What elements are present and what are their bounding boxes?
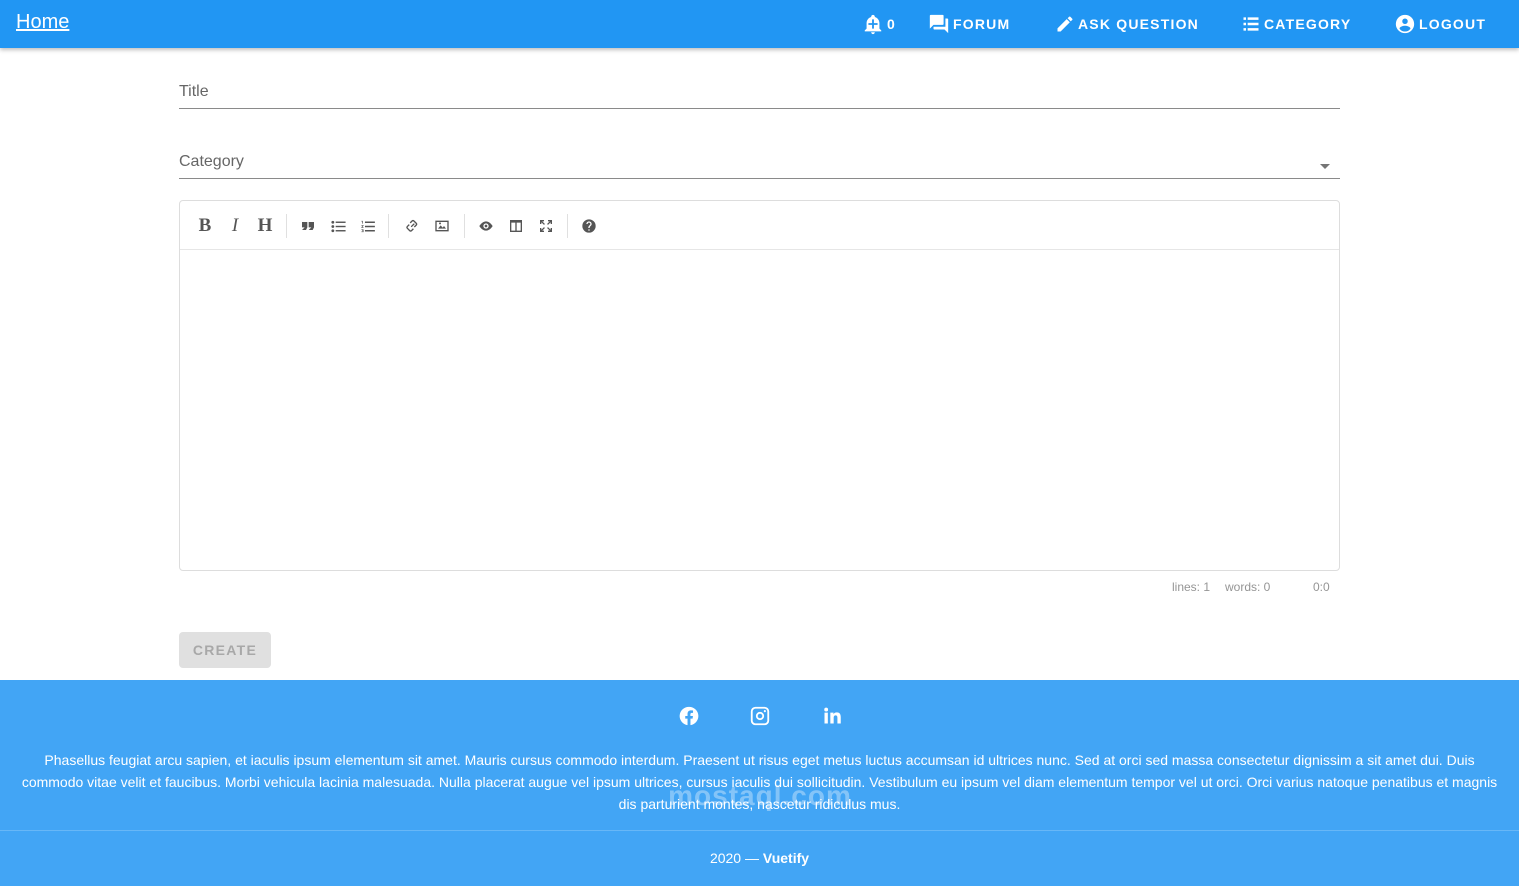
footer-description: Phasellus feugiat arcu sapien, et iaculi…	[21, 752, 1498, 812]
logout-label: LOGOUT	[1419, 16, 1487, 32]
category-select[interactable]: Category	[179, 152, 1340, 179]
editor-toolbar: B I H	[180, 201, 1339, 250]
ask-question-label: ASK QUESTION	[1078, 16, 1199, 32]
toolbar-divider	[567, 214, 568, 238]
editor-lines-count: lines: 1	[1172, 580, 1211, 594]
bell-plus-icon	[864, 14, 882, 35]
app-bar: Home 0 FORUM ASK QUESTION CATEGORY LOGOU…	[0, 0, 1519, 48]
instagram-icon[interactable]	[748, 704, 772, 728]
unordered-list-icon[interactable]	[327, 215, 349, 237]
category-label: Category	[179, 153, 244, 170]
footer-divider	[0, 830, 1519, 831]
heading-icon[interactable]: H	[254, 215, 276, 237]
create-button[interactable]: CREATE	[179, 632, 271, 668]
home-link[interactable]: Home	[16, 11, 69, 34]
side-by-side-icon[interactable]	[505, 215, 527, 237]
markdown-editor: B I H	[179, 200, 1340, 571]
editor-words-count: words: 0	[1225, 580, 1271, 594]
image-icon[interactable]	[431, 215, 453, 237]
ask-question-button[interactable]: ASK QUESTION	[1055, 0, 1199, 48]
notifications-count: 0	[887, 16, 896, 32]
forum-label: FORUM	[953, 16, 1011, 32]
toolbar-divider	[464, 214, 465, 238]
title-label: Title	[179, 83, 209, 100]
preview-icon[interactable]	[475, 215, 497, 237]
copyright: 2020 — Vuetify	[0, 850, 1519, 866]
forum-icon	[929, 14, 949, 34]
title-field[interactable]: Title	[179, 82, 1340, 109]
bold-icon[interactable]: B	[194, 215, 216, 237]
forum-button[interactable]: FORUM	[928, 0, 1010, 48]
pencil-icon	[1057, 16, 1073, 32]
footer: Phasellus feugiat arcu sapien, et iaculi…	[0, 680, 1519, 886]
italic-icon[interactable]: I	[224, 215, 246, 237]
list-icon	[1243, 17, 1259, 31]
logout-button[interactable]: LOGOUT	[1394, 0, 1486, 48]
category-label: CATEGORY	[1264, 16, 1352, 32]
link-icon[interactable]	[401, 215, 423, 237]
help-icon[interactable]	[578, 215, 600, 237]
account-circle-icon	[1395, 14, 1415, 34]
editor-cursor-position: 0:0	[1313, 580, 1330, 594]
quote-icon[interactable]	[297, 215, 319, 237]
linkedin-icon[interactable]	[820, 704, 844, 728]
toolbar-divider	[388, 214, 389, 238]
fullscreen-icon[interactable]	[535, 215, 557, 237]
editor-text-area[interactable]	[180, 250, 1339, 570]
chevron-down-icon[interactable]	[1320, 164, 1330, 169]
copyright-year: 2020 —	[709, 850, 763, 866]
copyright-brand: Vuetify	[762, 850, 810, 866]
ordered-list-icon[interactable]	[357, 215, 379, 237]
toolbar-divider	[286, 214, 287, 238]
notifications-button[interactable]: 0	[862, 0, 896, 48]
category-button[interactable]: CATEGORY	[1241, 0, 1351, 48]
facebook-icon[interactable]	[677, 704, 701, 728]
